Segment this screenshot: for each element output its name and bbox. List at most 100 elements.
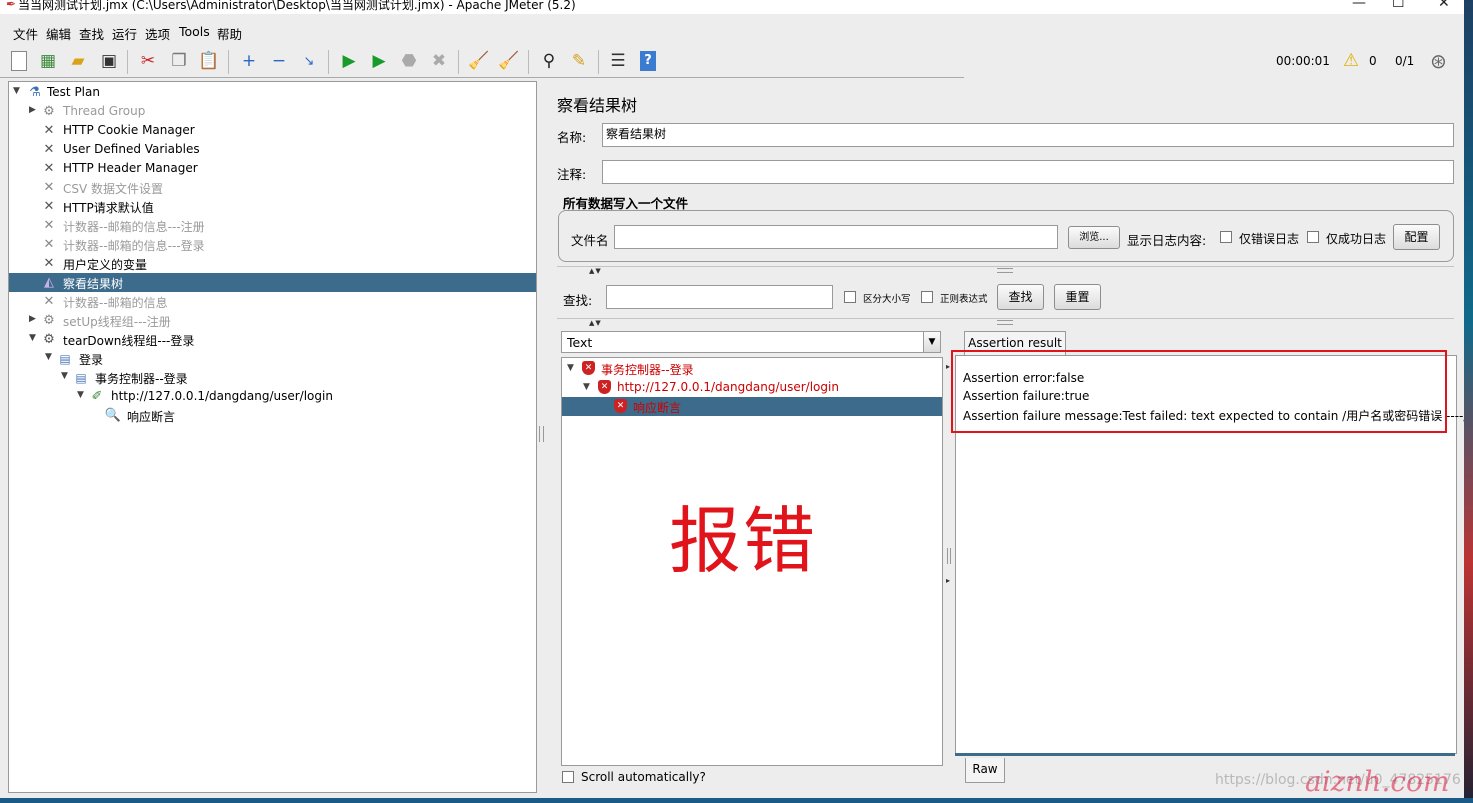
tree-item-view-results-tree[interactable]: ◭ 察看结果树 [9,273,536,292]
horizontal-splitter-bottom[interactable]: ▲▼ [557,318,1454,327]
tree-item-csv-data-set[interactable]: ✕ CSV 数据文件设置 [9,178,536,197]
expand-icon[interactable]: + [238,50,260,72]
horizontal-splitter-top[interactable]: ▲▼ [557,266,1454,275]
thread-count: 0/1 [1395,54,1415,68]
open-icon[interactable]: ▰ [67,50,89,72]
find-button[interactable]: 查找 [997,284,1044,310]
menu-search[interactable]: 查找 [79,24,104,43]
wrench-icon: ✕ [43,161,55,176]
wrench-icon: ✕ [43,142,55,157]
search-label: 查找: [563,293,593,308]
tree-item-login-controller[interactable]: ▼ ▤ 登录 [9,349,536,368]
result-item-http-request[interactable]: ▼ ✕ http://127.0.0.1/dangdang/user/login [562,378,942,397]
tree-item-counter-register[interactable]: ✕ 计数器--邮箱的信息---注册 [9,216,536,235]
tree-item-teardown-thread-group[interactable]: ▼ ⚙ tearDown线程组---登录 [9,330,536,349]
paste-icon[interactable]: 📋 [198,50,220,72]
success-only-checkbox[interactable] [1307,231,1319,243]
maximize-icon[interactable]: ☐ [1392,0,1405,11]
tree-item-user-defined-variables[interactable]: ✕ User Defined Variables [9,140,536,159]
start-icon[interactable]: ▶ [338,50,360,72]
toolbar: ▦ ▰ ▣ ✂ ❐ 📋 + − ↘ ▶ ▶ ⬣ ✖ 🧹 🧹 ⚲ ✎ ☰ ? 0 0… [0,46,1464,78]
remote-icon[interactable]: ⊛ [1430,49,1447,73]
test-plan-tree: ▼ ⚗ Test Plan ▶ ⚙ Thread Group ✕ HTTP Co… [8,81,537,793]
menu-run[interactable]: 运行 [112,24,137,43]
save-icon[interactable]: ▣ [98,50,120,72]
templates-icon[interactable]: ▦ [37,50,59,72]
tree-item-http-defaults[interactable]: ✕ HTTP请求默认值 [9,197,536,216]
test-plan-icon: ⚗ [29,85,41,100]
jmeter-window: ✒ 当当网测试计划.jmx (C:\Users\Administrator\De… [0,0,1467,798]
clear-icon[interactable]: 🧹 [468,50,490,72]
wrench-icon: ✕ [43,180,55,195]
warning-count: 0 [1369,54,1377,68]
close-icon[interactable]: ✕ [1438,0,1450,11]
tree-item-response-assertion[interactable]: 🔍 响应断言 [9,406,536,425]
tree-item-user-variables[interactable]: ✕ 用户定义的变量 [9,254,536,273]
tab-raw[interactable]: Raw [965,758,1005,783]
minimize-icon[interactable]: — [1352,0,1366,11]
start-no-pause-icon[interactable]: ▶ [368,50,390,72]
menu-help[interactable]: 帮助 [217,24,242,43]
chart-icon: ◭ [44,275,54,290]
menu-file[interactable]: 文件 [13,24,38,43]
chevron-down-icon[interactable]: ▼ [923,332,940,352]
case-sensitive-checkbox[interactable] [844,291,856,303]
tree-item-setup-thread-group[interactable]: ▶ ⚙ setUp线程组---注册 [9,311,536,330]
name-field[interactable]: 察看结果树 [602,123,1454,147]
toggle-icon[interactable]: ↘ [298,50,320,72]
tree-item-transaction-controller[interactable]: ▼ ▤ 事务控制器--登录 [9,368,536,387]
highlight-box [951,350,1447,433]
filename-label: 文件名 [571,233,609,248]
configure-button[interactable]: 配置 [1393,224,1440,250]
result-item-transaction[interactable]: ▼ ✕ 事务控制器--登录 [562,359,942,378]
name-label: 名称: [557,130,587,145]
shutdown-icon[interactable]: ✖ [428,50,450,72]
search-input[interactable] [606,285,833,309]
filename-field[interactable] [614,225,1058,249]
binoculars-icon[interactable]: ⚲ [538,50,560,72]
collapse-icon[interactable]: − [268,50,290,72]
tree-item-http-request[interactable]: ▼ ✐ http://127.0.0.1/dangdang/user/login [9,387,536,406]
tree-item-counter-login[interactable]: ✕ 计数器--邮箱的信息---登录 [9,235,536,254]
controller-icon: ▤ [59,351,71,366]
log-content-label: 显示日志内容: [1127,233,1207,248]
renderer-select[interactable]: Text ▼ [561,331,941,353]
menu-edit[interactable]: 编辑 [46,24,71,43]
menu-options[interactable]: 选项 [145,24,170,43]
function-helper-icon[interactable]: ☰ [607,50,629,72]
comment-field[interactable] [602,160,1454,184]
reset-search-icon[interactable]: ✎ [568,50,590,72]
cut-icon[interactable]: ✂ [137,50,159,72]
tree-item-header-manager[interactable]: ✕ HTTP Header Manager [9,159,536,178]
menu-tools[interactable]: Tools [179,24,210,39]
window-title: 当当网测试计划.jmx (C:\Users\Administrator\Desk… [18,0,576,12]
stop-icon[interactable]: ⬣ [398,50,420,72]
desktop-edge [1464,0,1473,803]
regex-checkbox[interactable] [921,291,933,303]
error-annotation: 报错 [669,499,818,583]
reset-button[interactable]: 重置 [1054,284,1101,310]
new-icon[interactable] [8,50,30,72]
help-icon[interactable]: ? [637,50,659,72]
wrench-icon: ✕ [43,294,55,309]
wrench-icon: ✕ [43,218,55,233]
vertical-splitter[interactable] [537,81,545,793]
error-shield-icon: ✕ [582,361,595,375]
browse-button[interactable]: 浏览... [1068,226,1120,249]
wrench-icon: ✕ [43,199,55,214]
warning-icon[interactable]: ⚠ [1343,50,1359,71]
tree-item-test-plan[interactable]: ▼ ⚗ Test Plan [9,83,536,102]
scroll-automatically-checkbox[interactable] [562,771,574,783]
error-shield-icon: ✕ [598,380,611,394]
tree-item-thread-group[interactable]: ▶ ⚙ Thread Group [9,102,536,121]
wrench-icon: ✕ [43,237,55,252]
tree-item-counter-mail[interactable]: ✕ 计数器--邮箱的信息 [9,292,536,311]
tree-item-cookie-manager[interactable]: ✕ HTTP Cookie Manager [9,121,536,140]
magnifier-icon: 🔍 [104,408,122,423]
copy-icon[interactable]: ❐ [168,50,190,72]
errors-only-label: 仅错误日志 [1239,232,1300,246]
gear-icon: ⚙ [43,313,55,328]
clear-all-icon[interactable]: 🧹 [498,50,520,72]
result-item-assertion[interactable]: ✕ 响应断言 [562,397,942,416]
errors-only-checkbox[interactable] [1220,231,1232,243]
